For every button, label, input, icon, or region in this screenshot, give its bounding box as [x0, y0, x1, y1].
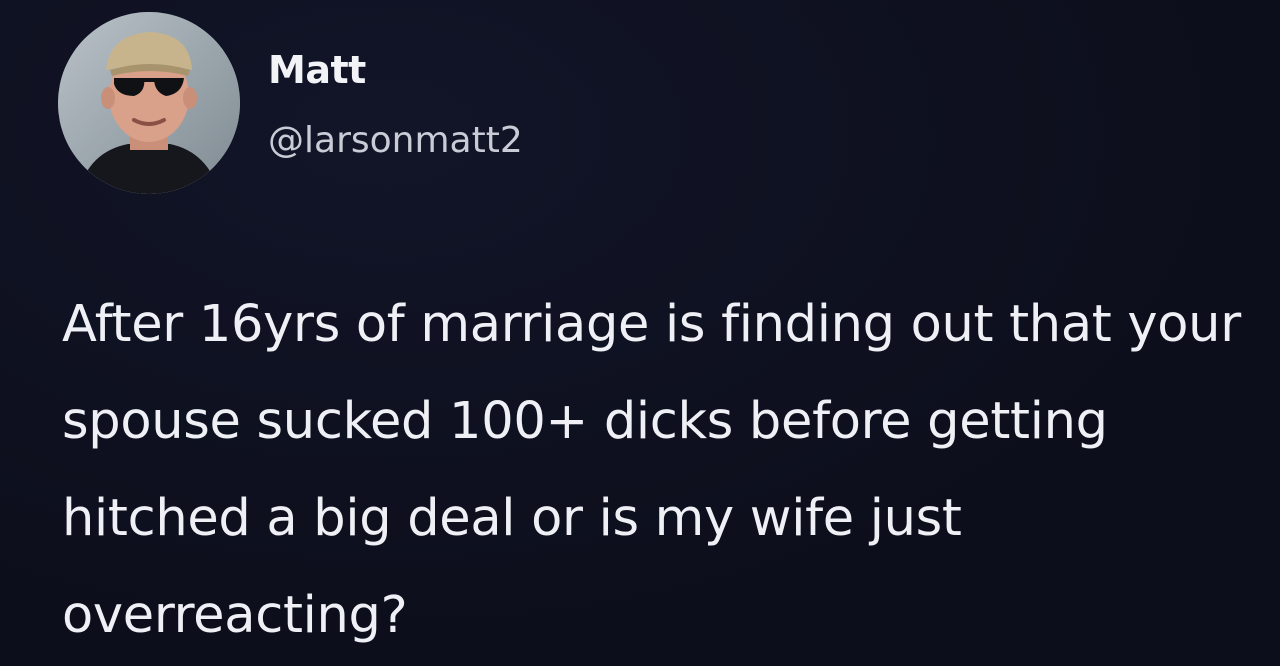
tweet-card: Matt @larsonmatt2 After 16yrs of marriag… [0, 0, 1280, 666]
profile-photo-icon [58, 12, 240, 194]
tweet-body: After 16yrs of marriage is finding out t… [62, 295, 1241, 645]
avatar[interactable] [58, 12, 240, 194]
user-handle[interactable]: @larsonmatt2 [268, 118, 523, 164]
display-name[interactable]: Matt [268, 46, 366, 94]
